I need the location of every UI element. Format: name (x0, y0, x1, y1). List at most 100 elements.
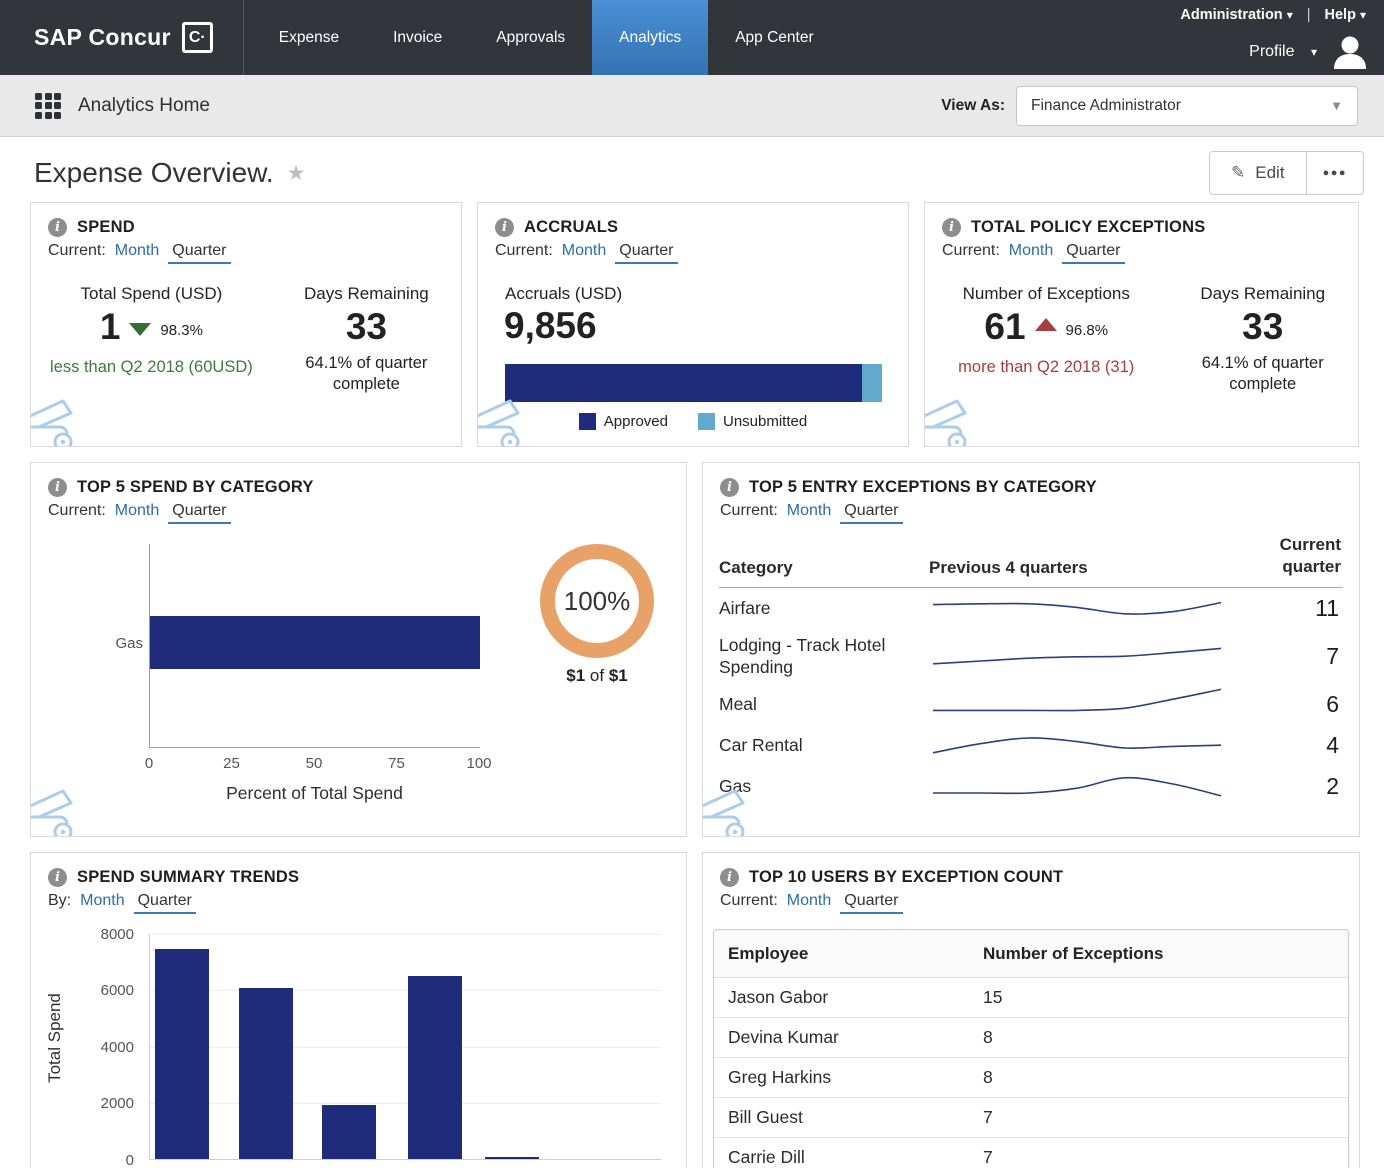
more-options-button[interactable]: ●●● (1306, 152, 1363, 194)
table-row: Car Rental 4 (719, 725, 1343, 766)
month-link[interactable]: Month (1009, 242, 1053, 259)
category-cell: Car Rental (719, 735, 929, 757)
quarter-link[interactable]: Quarter (134, 892, 196, 914)
quarter-link[interactable]: Quarter (615, 242, 677, 264)
tab-analytics[interactable]: Analytics (592, 0, 708, 75)
days-remaining-label: Days Remaining (1167, 284, 1358, 304)
period-label: By: (48, 892, 71, 909)
view-as-label: View As: (941, 97, 1005, 115)
days-remaining-label: Days Remaining (272, 284, 461, 304)
chevron-down-icon: ▾ (1287, 8, 1293, 22)
exceptions-count-label: Number of Exceptions (925, 284, 1167, 304)
legend-unsubmitted: Unsubmitted (698, 413, 807, 430)
month-link[interactable]: Month (562, 242, 606, 259)
table-row: Carrie Dill 7 (714, 1137, 1348, 1168)
employee-name: Devina Kumar (714, 1027, 983, 1048)
donut-chart: 100% (540, 544, 654, 658)
legend-approved: Approved (579, 413, 668, 430)
pencil-icon: ✎ (1231, 163, 1245, 183)
y-tick: 0 (89, 1152, 134, 1168)
profile-menu[interactable]: Profile ▾ (1249, 43, 1317, 61)
column-header-current-quarter: Current quarter (1229, 534, 1343, 578)
tab-app-center[interactable]: App Center (708, 0, 840, 75)
spend-card-title: SPEND (77, 218, 135, 237)
x-axis-line (149, 747, 480, 748)
period-label: Current: (720, 502, 778, 519)
wallet-icon (477, 393, 536, 447)
month-link[interactable]: Month (115, 502, 159, 519)
quarter-link[interactable]: Quarter (1062, 242, 1124, 264)
info-icon[interactable]: i (495, 218, 514, 237)
month-link[interactable]: Month (787, 892, 831, 909)
info-icon[interactable]: i (942, 218, 961, 237)
category-bar (150, 616, 480, 669)
edit-label: Edit (1255, 163, 1284, 183)
grid-menu-icon[interactable] (35, 93, 61, 119)
help-label: Help (1325, 7, 1356, 23)
x-tick: 0 (145, 755, 153, 772)
table-row: Lodging - Track Hotel Spending 7 (719, 629, 1343, 684)
donut-caption-amount: $1 (566, 666, 585, 685)
employee-name: Carrie Dill (714, 1147, 983, 1168)
policy-card-title: TOTAL POLICY EXCEPTIONS (971, 218, 1205, 237)
y-axis-label: Total Spend (45, 973, 65, 1103)
trend-bar (485, 1157, 539, 1159)
quarter-link[interactable]: Quarter (840, 502, 902, 524)
month-link[interactable]: Month (787, 502, 831, 519)
users-table: Employee Number of Exceptions Jason Gabo… (713, 929, 1349, 1168)
x-tick: 50 (306, 755, 323, 772)
help-menu[interactable]: Help ▾ (1325, 7, 1366, 23)
tab-expense[interactable]: Expense (252, 0, 366, 75)
quarter-link[interactable]: Quarter (168, 502, 230, 524)
trend-bar (408, 976, 462, 1159)
wallet-icon (702, 783, 761, 837)
nav-right: Administration ▾ | Help ▾ Profile ▾ (1180, 0, 1384, 72)
table-row: Greg Harkins 8 (714, 1057, 1348, 1097)
decrease-arrow-icon (129, 323, 151, 336)
chevron-down-icon: ▾ (1311, 45, 1317, 59)
edit-button[interactable]: ✎ Edit (1210, 152, 1306, 194)
quarter-link[interactable]: Quarter (168, 242, 230, 264)
month-link[interactable]: Month (115, 242, 159, 259)
info-icon[interactable]: i (48, 218, 67, 237)
view-as-select[interactable]: Finance Administrator ▼ (1016, 86, 1358, 126)
sparkline-chart (929, 636, 1225, 672)
value-cell: 2 (1229, 773, 1343, 800)
tab-approvals[interactable]: Approvals (469, 0, 592, 75)
column-header-count: Number of Exceptions (983, 944, 1348, 964)
user-avatar-icon[interactable] (1330, 32, 1370, 72)
total-spend-label: Total Spend (USD) (31, 284, 272, 304)
x-tick: 75 (388, 755, 405, 772)
total-spend-value: 1 (100, 308, 121, 345)
value-cell: 4 (1229, 732, 1343, 759)
sparkline-chart (929, 588, 1225, 624)
tab-invoice[interactable]: Invoice (366, 0, 469, 75)
favorite-star-icon[interactable]: ★ (287, 161, 306, 186)
profile-label: Profile (1249, 43, 1294, 60)
info-icon[interactable]: i (48, 868, 67, 887)
sparkline-chart (929, 684, 1225, 720)
brand-text: SAP Concur (34, 24, 171, 51)
info-icon[interactable]: i (48, 478, 67, 497)
administration-menu[interactable]: Administration ▾ (1180, 7, 1292, 23)
top-spend-title: TOP 5 SPEND BY CATEGORY (77, 478, 314, 497)
spend-delta: 98.3% (160, 322, 203, 339)
quarter-link[interactable]: Quarter (840, 892, 902, 914)
administration-label: Administration (1180, 7, 1282, 23)
nav-separator: | (1307, 7, 1311, 23)
info-icon[interactable]: i (720, 478, 739, 497)
wallet-icon (30, 783, 89, 837)
days-remaining-value: 33 (272, 308, 461, 345)
trend-bars (149, 934, 661, 1160)
accruals-value: 9,856 (478, 304, 908, 347)
top-spend-category-card: i TOP 5 SPEND BY CATEGORY Current:MonthQ… (30, 462, 687, 837)
quarter-complete-note: 64.1% of quarter complete (281, 353, 451, 396)
sap-concur-logo[interactable]: SAP Concur C· (0, 0, 243, 75)
info-icon[interactable]: i (720, 868, 739, 887)
month-link[interactable]: Month (80, 892, 124, 909)
quarter-complete-note: 64.1% of quarter complete (1178, 353, 1348, 396)
donut-caption-total: $1 (609, 666, 628, 685)
period-label: Current: (942, 242, 1000, 259)
increase-arrow-icon (1035, 318, 1057, 331)
approved-swatch (579, 413, 596, 430)
